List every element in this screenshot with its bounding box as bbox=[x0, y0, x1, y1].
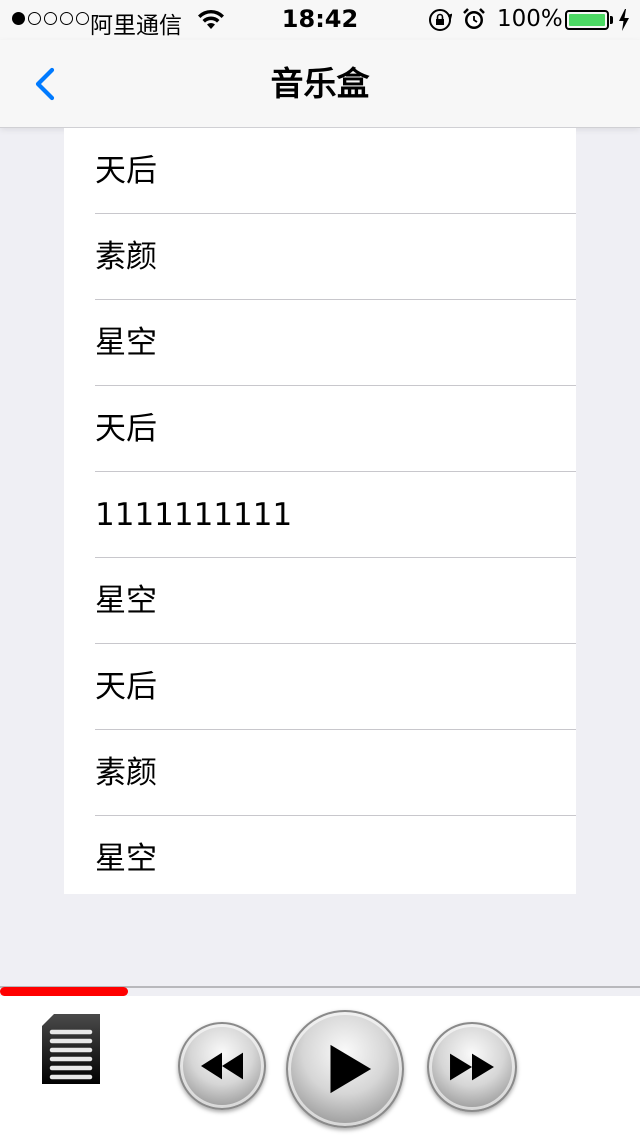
battery-level-fill bbox=[569, 14, 605, 26]
song-list-item[interactable]: 星空 bbox=[64, 300, 576, 386]
song-list-item[interactable]: 星空 bbox=[64, 816, 576, 894]
progress-fill bbox=[0, 987, 128, 996]
song-list-item[interactable]: 天后 bbox=[64, 644, 576, 730]
page-title: 音乐盒 bbox=[270, 64, 370, 103]
song-list: 天后 素颜 星空 天后 1111111111 星空 天后 素颜 星空 bbox=[64, 128, 576, 894]
song-list-item[interactable]: 星空 bbox=[64, 558, 576, 644]
playlist-button[interactable] bbox=[40, 1012, 102, 1086]
battery-icon bbox=[565, 10, 609, 30]
back-button[interactable] bbox=[22, 60, 70, 108]
play-icon bbox=[330, 1044, 372, 1094]
fast-forward-icon bbox=[450, 1053, 494, 1081]
rotation-lock-icon bbox=[429, 9, 452, 31]
song-list-item[interactable]: 天后 bbox=[64, 386, 576, 472]
player-bar bbox=[0, 996, 640, 1136]
song-list-item[interactable]: 素颜 bbox=[64, 214, 576, 300]
battery-tip bbox=[610, 16, 613, 24]
navigation-bar: 音乐盒 bbox=[0, 40, 640, 128]
rewind-icon bbox=[201, 1052, 243, 1080]
chevron-left-icon bbox=[35, 67, 55, 101]
previous-track-button[interactable] bbox=[178, 1022, 266, 1110]
charging-bolt-icon bbox=[619, 9, 629, 31]
play-button[interactable] bbox=[286, 1010, 404, 1128]
playlist-icon bbox=[42, 1014, 100, 1084]
next-track-button[interactable] bbox=[427, 1022, 517, 1112]
song-list-item[interactable]: 天后 bbox=[64, 128, 576, 214]
music-box-screen: 阿里通信 18:42 100% 音乐盒 天后 素颜 星空 天后 11111111… bbox=[0, 0, 640, 1136]
battery-percent: 100% bbox=[497, 6, 563, 32]
song-list-item[interactable]: 1111111111 bbox=[64, 472, 576, 558]
song-list-item[interactable]: 素颜 bbox=[64, 730, 576, 816]
status-bar: 阿里通信 18:42 100% bbox=[0, 0, 640, 40]
alarm-icon bbox=[463, 8, 485, 29]
